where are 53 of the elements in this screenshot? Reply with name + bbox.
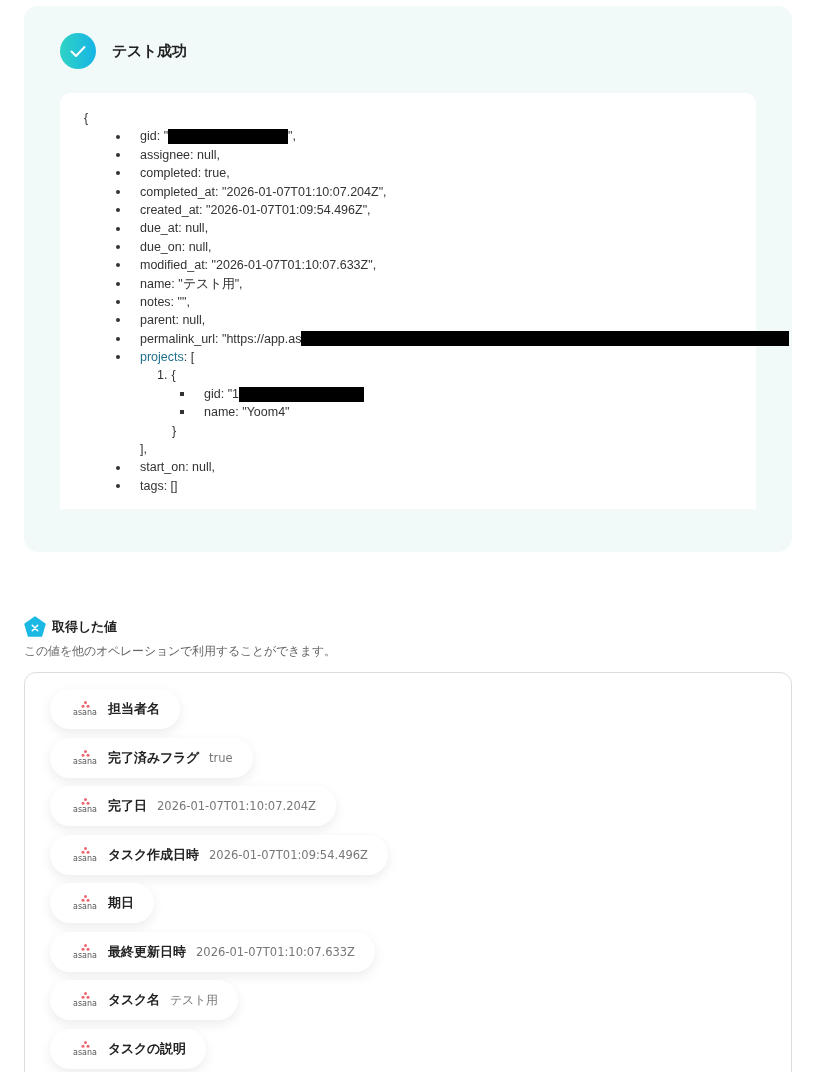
code-text: notes: "",	[140, 293, 190, 311]
code-key: projects	[140, 348, 184, 367]
code-text: modified_at: "2026-01-07T01:10:07.633Z",	[140, 257, 377, 275]
code-text: permalink_url: "https://app.as	[140, 330, 302, 348]
code-text: gid: "	[140, 128, 169, 146]
bullet-icon	[116, 336, 120, 341]
bullet-icon	[116, 171, 120, 176]
code-text: }	[172, 422, 177, 440]
bullet-icon	[116, 134, 120, 139]
code-text: : [	[183, 349, 195, 367]
code-text: name: "テスト用",	[140, 275, 243, 293]
bullet-icon	[180, 410, 184, 415]
code-text: ",	[288, 128, 296, 146]
code-text: ],	[140, 441, 147, 459]
bullet-icon	[116, 263, 120, 268]
code-text: created_at: "2026-01-07T01:09:54.496Z",	[140, 201, 371, 219]
value-chip[interactable]: asana タスク作成日時 2026-01-07T01:09:54.496Z	[50, 834, 388, 875]
code-text: gid: "1	[204, 385, 240, 403]
bullet-icon	[116, 318, 120, 323]
code-text: due_on: null,	[140, 238, 212, 256]
code-text: {	[84, 110, 89, 127]
section-description: この値を他のオペレーションで利用することができます。	[24, 643, 337, 661]
value-chip[interactable]: asana 最終更新日時 2026-01-07T01:10:07.633Z	[50, 931, 375, 972]
code-text: due_at: null,	[140, 220, 209, 238]
code-text: assignee: null,	[140, 146, 220, 164]
bullet-icon	[116, 281, 120, 286]
code-text: completed_at: "2026-01-07T01:10:07.204Z",	[140, 183, 387, 201]
bullet-icon	[116, 244, 120, 249]
bullet-icon	[116, 226, 120, 231]
code-text: name: "Yoom4"	[204, 404, 290, 422]
bullet-icon	[116, 189, 120, 194]
section-title: 取得した値	[52, 618, 117, 637]
code-text: tags: []	[140, 477, 178, 495]
value-chip[interactable]: asana 完了日 2026-01-07T01:10:07.204Z	[50, 786, 336, 827]
bullet-icon	[116, 152, 120, 157]
value-chip[interactable]: asana 期日	[50, 883, 154, 924]
code-text: parent: null,	[140, 312, 206, 330]
bullet-icon	[116, 465, 120, 470]
value-chip[interactable]: asana タスク名 テスト用	[50, 980, 238, 1021]
bullet-icon	[116, 208, 120, 213]
variable-icon	[24, 616, 46, 639]
code-text: {	[171, 367, 176, 385]
code-text: start_on: null,	[140, 459, 216, 477]
code-text: completed: true,	[140, 165, 230, 183]
value-chip[interactable]: asana 完了済みフラグ true	[50, 737, 253, 778]
bullet-icon	[116, 355, 120, 360]
value-chip[interactable]: asana 担当者名	[50, 689, 180, 730]
bullet-icon	[180, 392, 184, 397]
list-number: 1.	[157, 367, 168, 385]
result-title: テスト成功	[112, 41, 187, 61]
value-chip[interactable]: asana タスクの説明	[50, 1028, 206, 1069]
bullet-icon	[116, 484, 120, 488]
bullet-icon	[116, 300, 120, 305]
